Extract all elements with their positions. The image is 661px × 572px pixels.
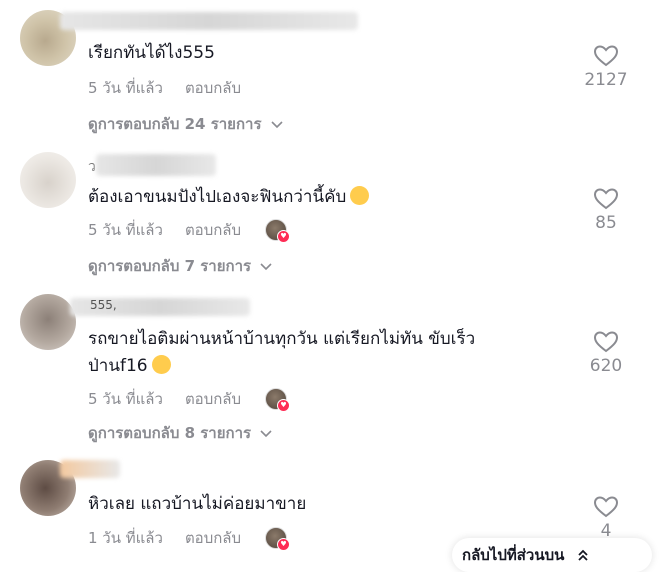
reply-button[interactable]: ตอบกลับ [185, 387, 241, 411]
like-button[interactable]: 620 [581, 330, 631, 376]
view-replies-button[interactable]: ดูการตอบกลับ 8 รายการ [88, 421, 273, 445]
comment-meta: 5 วัน ที่แล้ว ตอบกลับ ♥ [88, 218, 291, 243]
like-count: 620 [589, 356, 623, 376]
back-to-top-button[interactable]: กลับไปที่ส่วนบน [452, 538, 652, 572]
username[interactable]: 555, [90, 298, 117, 318]
view-replies-button[interactable]: ดูการตอบกลับ 7 รายการ [88, 254, 273, 278]
smiling-emoji-icon [350, 186, 370, 205]
comment-meta: 1 วัน ที่แล้ว ตอบกลับ ♥ [88, 526, 291, 551]
comment-text-line: รถขายไอติมผ่านหน้าบ้านทุกวัน แต่เรียกไม่… [88, 329, 476, 349]
like-count: 85 [595, 213, 617, 233]
creator-liked-badge: ♥ [265, 527, 291, 551]
like-button[interactable]: 85 [581, 187, 631, 233]
reply-button[interactable]: ตอบกลับ [185, 76, 241, 100]
heart-badge-icon: ♥ [277, 538, 291, 551]
creator-liked-badge: ♥ [265, 388, 291, 412]
like-button[interactable]: 4 [581, 495, 631, 541]
like-count: 2127 [584, 70, 628, 90]
comment-date: 5 วัน ที่แล้ว [88, 221, 163, 239]
comment-text: ป่านf16 [88, 353, 528, 380]
heart-badge-icon: ♥ [277, 399, 291, 412]
comment-text: เรียกทันได้ไง555 [88, 43, 215, 63]
like-button[interactable]: 2127 [581, 44, 631, 90]
creator-liked-badge: ♥ [265, 219, 291, 243]
comment-text: หิวเลย แถวบ้านไม่ค่อยมาขาย [88, 494, 307, 514]
username[interactable]: ว [88, 156, 96, 176]
grinning-emoji-icon [151, 355, 171, 374]
comment-text: ต้องเอาขนมปังไปเองจะฟินกว่านี้คับ [88, 184, 528, 211]
username-redacted [60, 460, 120, 478]
comment-text-line: ป่านf16 [88, 356, 148, 376]
avatar[interactable] [20, 152, 76, 208]
view-replies-label: ดูการตอบกลับ 8 รายการ [88, 424, 252, 442]
view-replies-label: ดูการตอบกลับ 24 รายการ [88, 115, 262, 133]
comment-text-content: ต้องเอาขนมปังไปเองจะฟินกว่านี้คับ [88, 187, 347, 207]
chevron-down-icon [260, 430, 272, 438]
back-to-top-label: กลับไปที่ส่วนบน [462, 546, 565, 564]
chevron-down-icon [260, 263, 272, 271]
chevron-down-icon [270, 121, 283, 129]
comment-date: 1 วัน ที่แล้ว [88, 529, 163, 547]
reply-button[interactable]: ตอบกลับ [185, 526, 241, 550]
heart-outline-icon [593, 496, 619, 518]
comment-meta: 5 วัน ที่แล้ว ตอบกลับ ♥ [88, 387, 291, 412]
avatar[interactable] [20, 294, 76, 350]
heart-badge-icon: ♥ [277, 230, 291, 243]
heart-outline-icon [593, 188, 619, 210]
username-redacted [60, 12, 358, 30]
comment-meta: 5 วัน ที่แล้ว ตอบกลับ [88, 76, 241, 100]
username-redacted [96, 154, 216, 176]
comment-date: 5 วัน ที่แล้ว [88, 79, 163, 97]
reply-button[interactable]: ตอบกลับ [185, 218, 241, 242]
double-chevron-up-icon [578, 549, 588, 561]
view-replies-button[interactable]: ดูการตอบกลับ 24 รายการ [88, 112, 284, 136]
heart-outline-icon [593, 331, 619, 353]
heart-outline-icon [593, 45, 619, 67]
view-replies-label: ดูการตอบกลับ 7 รายการ [88, 257, 252, 275]
comment-date: 5 วัน ที่แล้ว [88, 390, 163, 408]
